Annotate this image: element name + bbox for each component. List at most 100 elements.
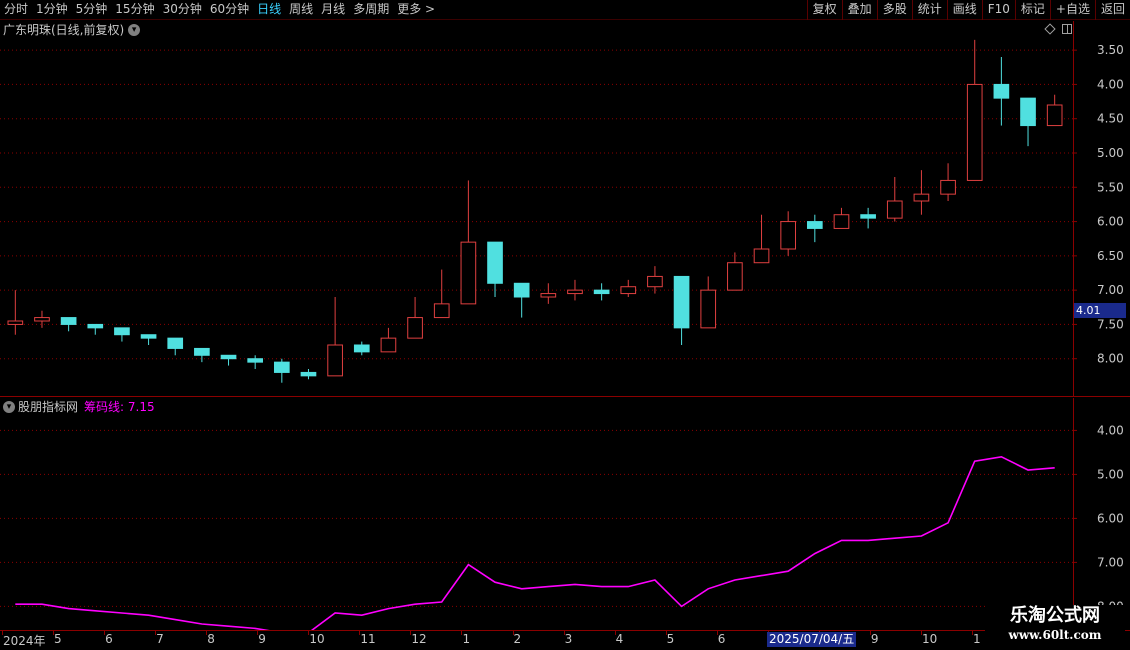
cursor-date: 2025/07/04/五: [767, 632, 857, 647]
date-label: 2024年: [3, 634, 46, 648]
candle-body[interactable]: [620, 286, 637, 295]
date-label: 11: [360, 632, 376, 646]
candle-body[interactable]: [433, 303, 450, 319]
candle-body[interactable]: [700, 289, 717, 329]
candle-body[interactable]: [353, 344, 370, 353]
date-label: 12: [411, 632, 427, 646]
period-tab-3[interactable]: 15分钟: [111, 0, 158, 20]
candle-body[interactable]: [167, 337, 184, 349]
price-axis-line: [1073, 21, 1074, 397]
y-tick-label: 7.00: [1097, 555, 1124, 569]
candle-body[interactable]: [593, 289, 610, 295]
tool-button-6[interactable]: 标记: [1014, 0, 1050, 20]
candle-body[interactable]: [87, 323, 104, 329]
period-tab-9[interactable]: 多周期: [349, 0, 393, 20]
candle-body[interactable]: [647, 275, 663, 288]
y-tick-label: 7.50: [1097, 317, 1124, 331]
date-label: 2: [513, 632, 522, 646]
chevron-down-icon[interactable]: ▾: [3, 401, 15, 413]
period-tab-4[interactable]: 30分钟: [159, 0, 206, 20]
chevron-down-icon[interactable]: ▾: [128, 24, 141, 36]
kline-title: 广东明珠(日线,前复权) ▾: [3, 22, 141, 38]
period-tab-5[interactable]: 60分钟: [206, 0, 253, 20]
date-label: 6: [717, 632, 726, 646]
candle-body[interactable]: [806, 221, 823, 229]
candle-body[interactable]: [940, 179, 956, 195]
date-label: 3: [564, 632, 573, 646]
date-label: 5: [666, 632, 675, 646]
candle-body[interactable]: [780, 221, 797, 250]
candle-body[interactable]: [460, 241, 477, 305]
candle-body[interactable]: [567, 289, 583, 295]
y-tick-label: 6.50: [1097, 249, 1124, 263]
candle-body[interactable]: [540, 293, 557, 298]
diamond-icon[interactable]: [1044, 23, 1056, 35]
y-tick-label: 8.00: [1097, 352, 1124, 366]
candle-body[interactable]: [966, 83, 983, 181]
candle-body[interactable]: [753, 248, 770, 264]
tool-button-8[interactable]: 返回: [1094, 0, 1130, 20]
current-price-tag: 4.01: [1074, 303, 1126, 318]
tool-button-7[interactable]: +自选: [1049, 0, 1095, 20]
candle-body[interactable]: [1020, 97, 1036, 127]
indicator-name: 股朋指标网: [18, 400, 79, 414]
candle-body[interactable]: [513, 282, 530, 298]
period-tab-7[interactable]: 周线: [285, 0, 317, 20]
date-axis: 2024年56789101112123456789101 2025/07/04/…: [0, 630, 1130, 650]
kline-chart[interactable]: 8.00 7.50 7.00 6.50 6.00 5.50 5.00 4.50 4.00 3.50: [0, 21, 1130, 397]
indicator-chart[interactable]: 8.007.006.005.004.00: [0, 398, 1130, 630]
tool-button-2[interactable]: 多股: [876, 0, 912, 20]
candle-body[interactable]: [140, 334, 157, 339]
period-tab-8[interactable]: 月线: [317, 0, 349, 20]
date-label: 4: [615, 632, 624, 646]
date-label: 9: [258, 632, 266, 646]
toolbar: 分时 1分钟 5分钟 15分钟 30分钟 60分钟 日线 周线 月线 多周期 更多 > 复权 叠加 多股…: [0, 0, 1130, 20]
date-label: 8: [207, 632, 215, 646]
panel-icons: [1044, 23, 1072, 35]
tool-button-1[interactable]: 叠加: [841, 0, 877, 20]
candle-body[interactable]: [273, 361, 290, 373]
candle-body[interactable]: [380, 337, 397, 353]
candle-body[interactable]: [886, 200, 903, 219]
period-tab-2[interactable]: 5分钟: [72, 0, 112, 20]
indicator-line[interactable]: [15, 455, 1055, 630]
tool-button-4[interactable]: 画线: [946, 0, 982, 20]
candle-body[interactable]: [247, 358, 264, 363]
candle-body[interactable]: [114, 327, 130, 336]
period-tab-0[interactable]: 分时: [0, 0, 32, 20]
candle-body[interactable]: [913, 193, 930, 202]
indicator-axis-line: [1073, 398, 1074, 630]
candle-body[interactable]: [833, 214, 850, 229]
watermark: 乐淘公式网 www.60lt.com: [985, 605, 1125, 647]
y-tick-label: 4.50: [1097, 112, 1124, 126]
candle-body[interactable]: [673, 275, 690, 329]
kline-panel[interactable]: 8.00 7.50 7.00 6.50 6.00 5.50 5.00 4.50 4.00 3.50…: [0, 21, 1130, 397]
y-tick-label: 4.00: [1097, 77, 1124, 91]
period-tab-10[interactable]: 更多 >: [393, 0, 439, 20]
candle-body[interactable]: [7, 320, 24, 325]
period-tab-1[interactable]: 1分钟: [32, 0, 72, 20]
y-tick-label: 5.50: [1097, 180, 1124, 194]
watermark-line2: www.60lt.com: [1008, 628, 1102, 642]
candle-body[interactable]: [487, 241, 503, 284]
indicator-panel[interactable]: 8.007.006.005.004.00 ▾ 股朋指标网 筹码线: 7.15: [0, 398, 1130, 630]
candle-body[interactable]: [34, 317, 50, 322]
candle-body[interactable]: [993, 83, 1010, 99]
candle-body[interactable]: [194, 347, 210, 356]
candle-body[interactable]: [60, 317, 77, 325]
candle-body[interactable]: [327, 344, 343, 377]
y-tick-label: 7.00: [1097, 283, 1124, 297]
date-label: 10: [921, 632, 938, 646]
candle-body[interactable]: [220, 354, 237, 360]
candle-body[interactable]: [300, 371, 317, 377]
candle-body[interactable]: [727, 262, 743, 291]
panel-toggle-icon[interactable]: [1062, 24, 1072, 34]
candle-body[interactable]: [1046, 104, 1063, 127]
tool-button-5[interactable]: F10: [981, 0, 1015, 20]
period-tab-6[interactable]: 日线: [253, 0, 285, 20]
tool-button-0[interactable]: 复权: [806, 0, 842, 20]
candle-body[interactable]: [407, 317, 423, 339]
candle-body[interactable]: [860, 214, 876, 219]
y-tick-label: 4.00: [1097, 423, 1124, 437]
tool-button-3[interactable]: 统计: [911, 0, 947, 20]
